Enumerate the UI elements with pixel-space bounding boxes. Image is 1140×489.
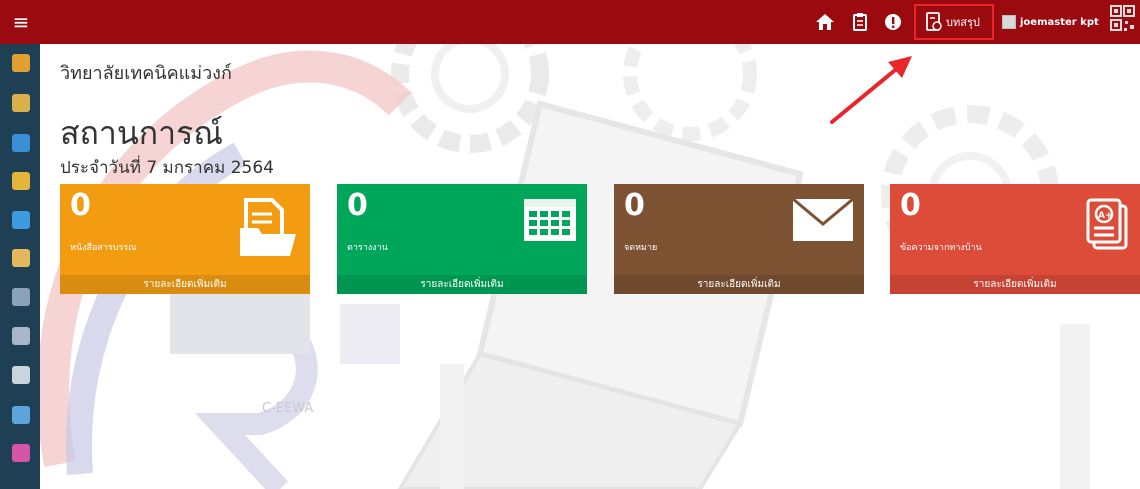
document-folder-icon (238, 198, 300, 262)
page-title: สถานการณ์ (60, 114, 223, 152)
card-schedule: 0 ตารางงาน รายละเอียดเพิ่มเติม (337, 184, 587, 294)
card-count: 0 (70, 188, 91, 223)
card-more-link[interactable]: รายละเอียดเพิ่มเติม (337, 275, 587, 294)
sidebar-item-calendar[interactable] (12, 288, 30, 306)
qr-code-icon[interactable] (1110, 4, 1136, 38)
home-icon[interactable] (811, 8, 839, 36)
summary-button[interactable]: บทสรุป (914, 4, 994, 40)
sidebar-item-people[interactable] (12, 54, 30, 72)
sidebar (0, 44, 40, 489)
card-count: 0 (347, 188, 368, 223)
sidebar-item-notes[interactable] (12, 366, 30, 384)
grade-report-icon: A+ (1086, 198, 1130, 254)
card-home-messages: 0 ข้อความจากทางบ้าน A+ รายละเอียดเพิ่มเต… (890, 184, 1140, 294)
menu-toggle-icon[interactable]: ≡ (6, 6, 36, 38)
summary-label: บทสรุป (946, 16, 980, 29)
watermark-logo-text: C-EEWA (262, 401, 313, 416)
annotation-arrow (820, 50, 920, 134)
sidebar-item-mail[interactable] (12, 406, 30, 424)
clipboard-icon[interactable] (846, 8, 874, 36)
card-count: 0 (900, 188, 921, 223)
sidebar-item-like[interactable] (12, 249, 30, 267)
summary-report-icon (926, 12, 942, 31)
card-more-link[interactable]: รายละเอียดเพิ่มเติม (60, 275, 310, 294)
user-name: joemaster kpt (1020, 16, 1099, 28)
school-name: วิทยาลัยเทคนิคแม่วงก์ (60, 63, 232, 84)
card-label: ตารางงาน (347, 243, 388, 253)
card-count: 0 (624, 188, 645, 223)
card-more-link[interactable]: รายละเอียดเพิ่มเติม (890, 275, 1140, 294)
card-letters: 0 จดหมาย รายละเอียดเพิ่มเติม (614, 184, 864, 294)
page-subtitle: ประจำวันที่ 7 มกราคม 2564 (60, 158, 274, 178)
sidebar-item-inbox[interactable] (12, 134, 30, 152)
alert-icon[interactable] (879, 8, 907, 36)
card-label: ข้อความจากทางบ้าน (900, 243, 982, 253)
sidebar-item-document[interactable] (12, 327, 30, 345)
sidebar-item-chart[interactable] (12, 211, 30, 229)
avatar (1002, 15, 1016, 29)
top-navbar: ≡ บทสรุป joemaster kpt (0, 0, 1140, 44)
card-more-link[interactable]: รายละเอียดเพิ่มเติม (614, 275, 864, 294)
envelope-icon (792, 197, 854, 246)
sidebar-item-users[interactable] (12, 94, 30, 112)
calendar-grid-icon (523, 198, 577, 246)
card-label: หนังสือสารบรรณ (70, 243, 137, 253)
sidebar-item-group[interactable] (12, 172, 30, 190)
sidebar-item-flower[interactable] (12, 444, 30, 462)
card-documents: 0 หนังสือสารบรรณ รายละเอียดเพิ่มเติม (60, 184, 310, 294)
svg-text:A+: A+ (1098, 211, 1113, 221)
card-label: จดหมาย (624, 243, 658, 253)
user-menu[interactable]: joemaster kpt (1002, 10, 1099, 34)
